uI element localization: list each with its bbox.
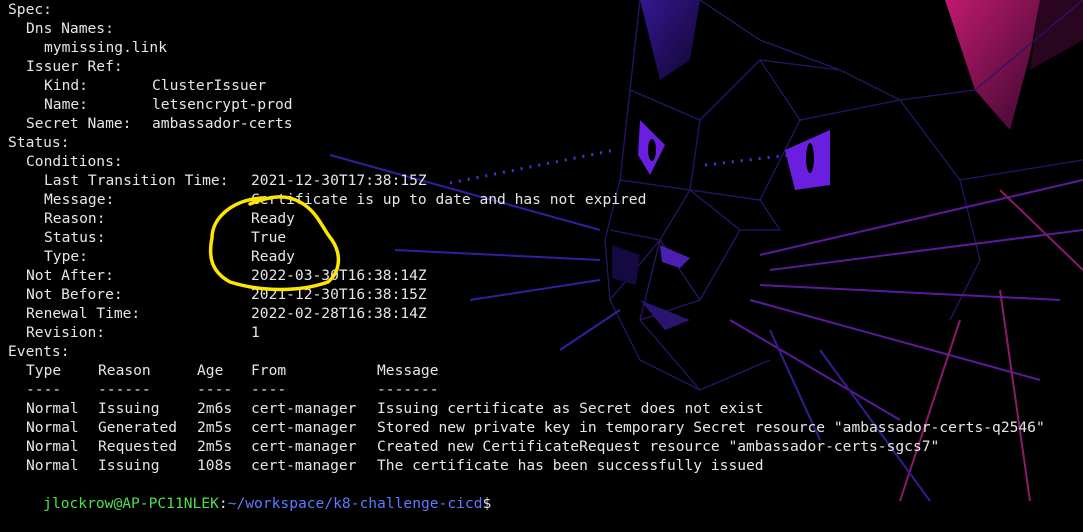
revision-label: Revision: — [26, 324, 106, 341]
events-header-reason: Reason — [98, 362, 151, 379]
kind-value: ClusterIssuer — [152, 77, 267, 94]
terminal-output: Spec: Dns Names: mymissing.link Issuer R… — [8, 0, 1083, 512]
secret-name-value: ambassador-certs — [152, 115, 293, 132]
event-row-age: 2m5s — [197, 438, 233, 455]
not-after-value: 2022-03-30T16:38:14Z — [251, 267, 427, 284]
reason-label: Reason: — [44, 210, 106, 227]
events-separator-reason: ------ — [98, 381, 151, 398]
condition-status-value: True — [251, 229, 287, 246]
last-transition-label: Last Transition Time: — [44, 172, 229, 189]
event-row-message: Stored new private key in temporary Secr… — [377, 419, 1045, 436]
condition-status-label: Status: — [44, 229, 106, 246]
not-before-value: 2021-12-30T16:38:15Z — [251, 286, 427, 303]
event-row-reason: Issuing — [98, 457, 160, 474]
prompt-path: ~/workspace/k8-challenge-cicd — [227, 495, 483, 512]
prompt-symbol: $ — [482, 495, 492, 512]
dns-names-label: Dns Names: — [26, 20, 114, 37]
event-row-type: Normal — [26, 457, 79, 474]
events-heading: Events: — [8, 343, 70, 360]
event-row-reason: Generated — [98, 419, 178, 436]
events-header-message: Message — [377, 362, 439, 379]
event-row-message: The certificate has been successfully is… — [377, 457, 764, 474]
event-row-age: 108s — [197, 457, 233, 474]
dns-name-value: mymissing.link — [44, 39, 168, 56]
issuer-name-value: letsencrypt-prod — [152, 96, 293, 113]
kind-label: Kind: — [44, 77, 88, 94]
type-value: Ready — [251, 248, 295, 265]
message-value: Certificate is up to date and has not ex… — [251, 191, 647, 208]
secret-name-label: Secret Name: — [26, 115, 132, 132]
events-header-age: Age — [197, 362, 224, 379]
issuer-name-label: Name: — [44, 96, 88, 113]
conditions-label: Conditions: — [26, 153, 123, 170]
event-row-reason: Issuing — [98, 400, 160, 417]
events-separator-age: ---- — [197, 381, 233, 398]
renewal-time-label: Renewal Time: — [26, 305, 141, 322]
message-label: Message: — [44, 191, 115, 208]
type-label: Type: — [44, 248, 88, 265]
spec-heading: Spec: — [8, 1, 52, 18]
event-row-reason: Requested — [98, 438, 178, 455]
event-row-from: cert-manager — [251, 438, 357, 455]
event-row-message: Created new CertificateRequest resource … — [377, 438, 940, 455]
event-row-type: Normal — [26, 438, 79, 455]
renewal-time-value: 2022-02-28T16:38:14Z — [251, 305, 427, 322]
event-row-from: cert-manager — [251, 419, 357, 436]
event-row-message: Issuing certificate as Secret does not e… — [377, 400, 764, 417]
last-transition-value: 2021-12-30T17:38:15Z — [251, 172, 427, 189]
events-separator-from: ---- — [251, 381, 287, 398]
events-separator-message: ------- — [377, 381, 439, 398]
event-row-age: 2m6s — [197, 400, 233, 417]
event-row-from: cert-manager — [251, 400, 357, 417]
not-before-label: Not Before: — [26, 286, 123, 303]
event-row-age: 2m5s — [197, 419, 233, 436]
status-heading: Status: — [8, 134, 70, 151]
events-header-from: From — [251, 362, 287, 379]
revision-value: 1 — [251, 324, 260, 341]
prompt-colon: : — [218, 495, 228, 512]
not-after-label: Not After: — [26, 267, 114, 284]
event-row-type: Normal — [26, 400, 79, 417]
shell-prompt[interactable]: jlockrow@AP-PC11NLEK:~/workspace/k8-chal… — [8, 475, 491, 512]
issuer-ref-label: Issuer Ref: — [26, 58, 123, 75]
prompt-user-host: jlockrow@AP-PC11NLEK — [43, 495, 219, 512]
event-row-from: cert-manager — [251, 457, 357, 474]
events-header-type: Type — [26, 362, 62, 379]
reason-value: Ready — [251, 210, 295, 227]
events-separator-type: ---- — [26, 381, 62, 398]
event-row-type: Normal — [26, 419, 79, 436]
